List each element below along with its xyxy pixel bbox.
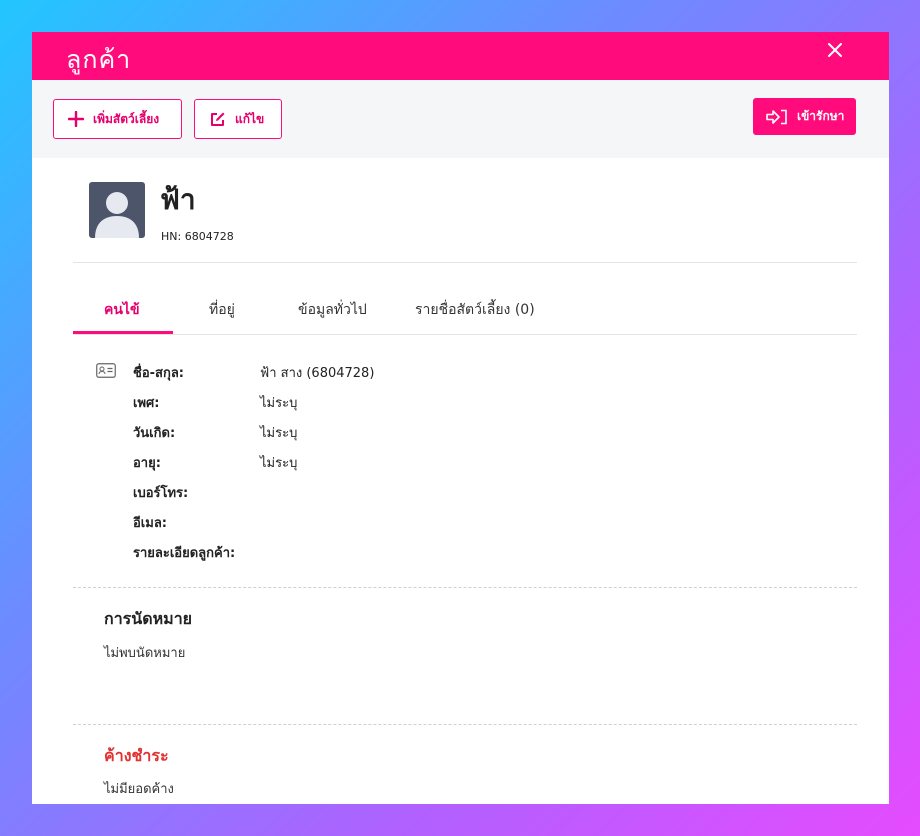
admit-label: เข้ารักษา (797, 109, 845, 123)
info-value: ไม่ระบุ (260, 426, 298, 441)
add-pet-button[interactable]: เพิ่มสัตว์เลี้ยง (53, 99, 182, 139)
appointments-title: การนัดหมาย (104, 609, 193, 628)
info-row-phone: เบอร์โทร: (133, 482, 260, 503)
close-button[interactable] (825, 40, 845, 60)
info-label: อายุ: (133, 456, 161, 471)
tab-patient[interactable]: คนไข้ (104, 299, 140, 321)
info-label: รายละเอียดลูกค้า: (133, 546, 236, 561)
section-divider (73, 724, 857, 725)
info-row-details: รายละเอียดลูกค้า: (133, 542, 260, 563)
info-row-birthdate: วันเกิด: ไม่ระบุ (133, 422, 297, 443)
appointments-empty: ไม่พบนัดหมาย (104, 646, 186, 661)
user-avatar-icon (95, 192, 139, 238)
plus-icon (68, 111, 84, 127)
avatar (89, 182, 145, 238)
outstanding-empty: ไม่มียอดค้าง (104, 782, 174, 797)
tab-general-info[interactable]: ข้อมูลทั่วไป (298, 299, 367, 321)
enter-icon (766, 109, 787, 124)
info-label: เบอร์โทร: (133, 486, 189, 501)
info-value: ฟ้า สาง (6804728) (260, 366, 375, 381)
toolbar: เพิ่มสัตว์เลี้ยง แก้ไข เข้ารักษา (32, 80, 889, 158)
admit-button[interactable]: เข้ารักษา (753, 98, 856, 135)
modal-header: ลูกค้า (32, 32, 889, 80)
info-row-email: อีเมล: (133, 512, 260, 533)
edit-icon (211, 112, 225, 126)
edit-button[interactable]: แก้ไข (194, 99, 282, 139)
customer-info: ชื่อ-สกุล: ฟ้า สาง (6804728) เพศ: ไม่ระบุ … (32, 335, 889, 587)
tab-pet-list[interactable]: รายชื่อสัตว์เลี้ยง (0) (415, 299, 535, 321)
appointments-section: การนัดหมาย ไม่พบนัดหมาย (32, 587, 889, 724)
section-divider (73, 587, 857, 588)
info-label: เพศ: (133, 396, 160, 411)
info-row-age: อายุ: ไม่ระบุ (133, 452, 297, 473)
edit-label: แก้ไข (235, 111, 265, 126)
info-label: วันเกิด: (133, 426, 176, 441)
profile-header: ฟ้า HN: 6804728 (32, 158, 889, 263)
tab-address[interactable]: ที่อยู่ (209, 299, 235, 321)
info-value: ไม่ระบุ (260, 456, 298, 471)
info-value: ไม่ระบุ (260, 396, 298, 411)
add-pet-label: เพิ่มสัตว์เลี้ยง (93, 111, 160, 126)
id-card-icon (96, 363, 116, 378)
info-row-name: ชื่อ-สกุล: ฟ้า สาง (6804728) (133, 362, 374, 383)
outstanding-section: ค้างชำระ ไม่มียอดค้าง (32, 724, 889, 804)
customer-modal: ลูกค้า เพิ่มสัตว์เลี้ยง แก้ไข เข้ารักษา … (32, 32, 889, 804)
tab-bar: คนไข้ ที่อยู่ ข้อมูลทั่วไป รายชื่อสัตว์เ… (32, 263, 889, 335)
info-row-gender: เพศ: ไม่ระบุ (133, 392, 297, 413)
customer-name: ฟ้า (160, 183, 196, 216)
outstanding-title: ค้างชำระ (104, 746, 169, 765)
hn-number: HN: 6804728 (161, 230, 234, 243)
modal-title: ลูกค้า (66, 45, 132, 74)
info-label: อีเมล: (133, 516, 167, 531)
close-icon (828, 43, 842, 57)
info-label: ชื่อ-สกุล: (133, 366, 184, 381)
